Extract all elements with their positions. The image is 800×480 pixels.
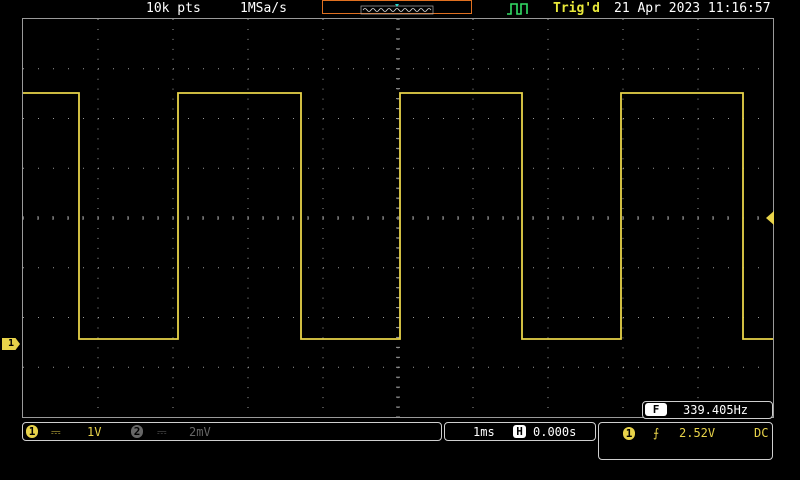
ch2-coupling-icon: ⎓ xyxy=(157,425,167,439)
horizontal-position[interactable]: 0.000s xyxy=(533,424,576,440)
record-length: 10k pts xyxy=(146,1,201,16)
top-status-bar: 10k pts 1MSa/s Trig'd 21 Apr 2023 11:16:… xyxy=(0,0,800,18)
memory-bar[interactable] xyxy=(322,0,472,15)
graticule xyxy=(22,18,774,418)
ch1-ground-marker[interactable]: 1 xyxy=(2,338,20,350)
ch2-badge[interactable]: 2 xyxy=(131,425,143,438)
datetime: 21 Apr 2023 11:16:57 xyxy=(614,1,771,16)
trigger-pulse-icon xyxy=(507,3,528,15)
trigger-coupling[interactable]: DC xyxy=(754,425,768,441)
ch2-scale[interactable]: 2mV xyxy=(189,424,211,440)
ch1-coupling-icon: ⎓ xyxy=(51,425,61,439)
channel-info-panel[interactable]: 1 ⎓ 1V 2 ⎓ 2mV xyxy=(22,422,442,441)
trigger-panel[interactable]: 1 ⨍ 2.52V DC xyxy=(598,422,773,460)
frequency-measurement[interactable]: F 339.405Hz xyxy=(642,401,773,419)
timebase-panel[interactable]: 1ms H 0.000s xyxy=(444,422,596,441)
frequency-value: 339.405Hz xyxy=(683,403,749,417)
timebase-scale[interactable]: 1ms xyxy=(473,424,495,440)
trigger-level[interactable]: 2.52V xyxy=(679,425,715,441)
trigger-level-marker[interactable] xyxy=(766,211,774,225)
frequency-badge: F xyxy=(645,403,667,416)
sample-rate: 1MSa/s xyxy=(240,1,287,16)
ch1-badge[interactable]: 1 xyxy=(26,425,38,438)
rising-edge-icon: ⨍ xyxy=(653,426,660,440)
horizontal-position-badge: H xyxy=(513,425,526,438)
ch1-scale[interactable]: 1V xyxy=(87,424,101,440)
trigger-source-badge[interactable]: 1 xyxy=(623,427,635,440)
waveform-screen[interactable] xyxy=(22,18,774,418)
trigger-status: Trig'd xyxy=(553,1,600,16)
memory-waveform-icon xyxy=(360,4,434,15)
